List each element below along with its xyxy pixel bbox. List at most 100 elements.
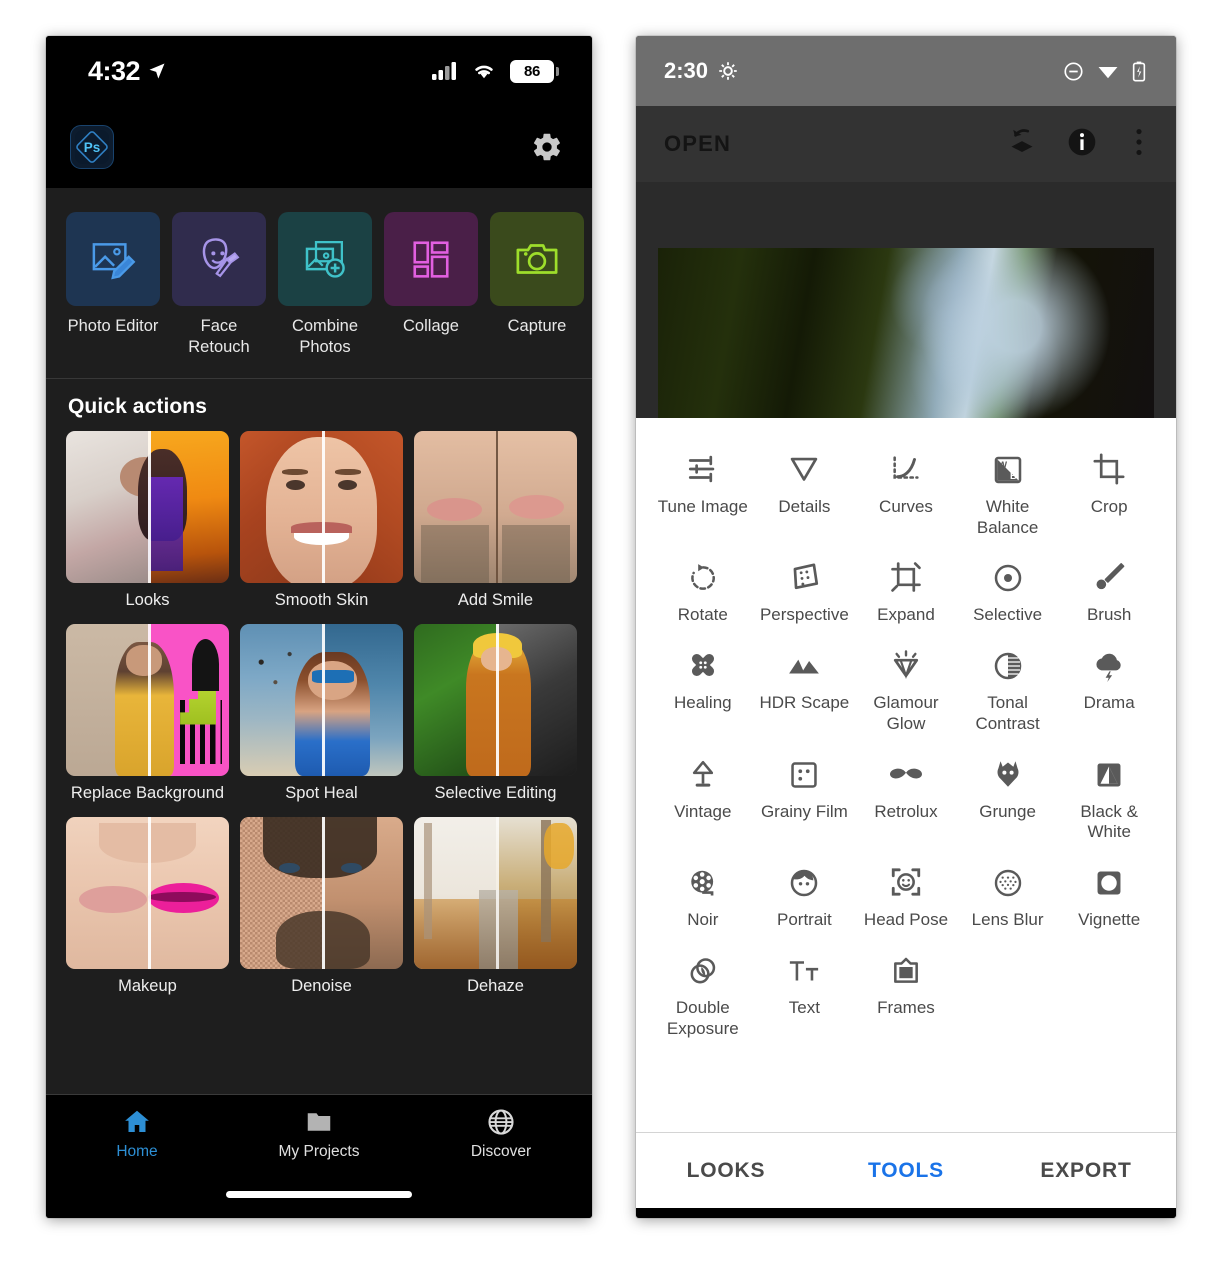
- quick-action-looks[interactable]: Looks: [66, 431, 229, 610]
- nav-label: Home: [116, 1143, 158, 1160]
- status-time-group: 2:30: [664, 58, 738, 84]
- tab-tools[interactable]: TOOLS: [816, 1159, 996, 1183]
- home-icon: [125, 1110, 149, 1132]
- tool-retrolux[interactable]: Retrolux: [855, 749, 957, 843]
- tool-brush[interactable]: Brush: [1058, 552, 1160, 626]
- sliders-icon: [688, 455, 715, 483]
- dehaze-thumbnail: [414, 817, 577, 970]
- tile-label: Collage: [403, 317, 459, 335]
- tool-frames[interactable]: Frames: [855, 945, 957, 1039]
- tool-label: Crop: [1090, 497, 1128, 516]
- tool-perspective[interactable]: Perspective: [754, 552, 856, 626]
- tile-face-retouch[interactable]: Face Retouch: [172, 212, 266, 358]
- photo-edit-icon: [92, 243, 136, 280]
- tool-curves[interactable]: Curves: [855, 444, 957, 538]
- undo-layers-icon: [1011, 128, 1033, 152]
- quick-action-add-smile[interactable]: Add Smile: [414, 431, 577, 610]
- tool-details[interactable]: Details: [754, 444, 856, 538]
- tool-lens-blur[interactable]: Lens Blur: [957, 857, 1059, 931]
- quick-action-smooth-skin[interactable]: Smooth Skin: [240, 431, 403, 610]
- quick-action-label: Looks: [125, 591, 170, 610]
- tool-expand[interactable]: Expand: [855, 552, 957, 626]
- tile-capture[interactable]: Capture: [490, 212, 584, 358]
- denoise-thumbnail: [240, 817, 403, 970]
- tool-label: Details: [778, 497, 831, 516]
- tab-export[interactable]: EXPORT: [996, 1159, 1176, 1183]
- camera-icon: [516, 244, 558, 274]
- open-button[interactable]: OPEN: [664, 131, 731, 157]
- tool-label: Lens Blur: [971, 910, 1044, 930]
- home-indicator[interactable]: [226, 1191, 412, 1198]
- quick-action-dehaze[interactable]: Dehaze: [414, 817, 577, 996]
- nav-item-home[interactable]: Home: [46, 1107, 228, 1161]
- tool-head-pose[interactable]: Head Pose: [855, 857, 957, 931]
- expand-icon: [891, 562, 921, 593]
- tool-white-balance[interactable]: W B White Balance: [957, 444, 1059, 538]
- tool-glamour-glow[interactable]: Glamour Glow: [855, 640, 957, 734]
- tool-noir[interactable]: Noir: [652, 857, 754, 931]
- undo-layers-button[interactable]: [1006, 126, 1038, 163]
- tool-label: Expand: [877, 605, 935, 625]
- tool-label: Tune Image: [657, 497, 748, 516]
- cellular-signal-icon: [432, 61, 456, 80]
- tool-double-exposure[interactable]: Double Exposure: [652, 945, 754, 1039]
- tool-label: Black & White: [1080, 801, 1138, 842]
- tool-black-white[interactable]: Black & White: [1058, 749, 1160, 843]
- tool-label: Double Exposure: [666, 997, 739, 1038]
- tool-hdr-scape[interactable]: HDR Scape: [754, 640, 856, 734]
- tool-tune-image[interactable]: Tune Image: [652, 444, 754, 538]
- tile-combine-photos[interactable]: Combine Photos: [278, 212, 372, 358]
- tool-grunge[interactable]: Grunge: [957, 749, 1059, 843]
- tool-label: Noir: [687, 910, 719, 930]
- tool-vignette[interactable]: Vignette: [1058, 857, 1160, 931]
- smooth-skin-thumbnail: [240, 431, 403, 584]
- battery-indicator: 86: [510, 59, 559, 83]
- tool-tonal-contrast[interactable]: Tonal Contrast: [957, 640, 1059, 734]
- tool-label: Vignette: [1078, 910, 1141, 930]
- film-grain-icon: [791, 761, 818, 788]
- tool-portrait[interactable]: Portrait: [754, 857, 856, 931]
- healing-bandage-icon: [691, 654, 714, 677]
- overflow-menu-icon: [1136, 128, 1142, 155]
- tile-collage[interactable]: Collage: [384, 212, 478, 358]
- overflow-menu-button[interactable]: [1126, 126, 1152, 163]
- quick-action-label: Smooth Skin: [274, 591, 369, 610]
- tools-row: Vintage Grainy Film Retrolux Grunge Blac…: [652, 749, 1160, 843]
- quick-action-label: Add Smile: [457, 591, 534, 610]
- editor-tab-bar: LOOKS TOOLS EXPORT: [636, 1132, 1176, 1208]
- tool-label: Frames: [877, 997, 935, 1017]
- tile-face-retouch-thumb: [172, 212, 266, 306]
- tool-vintage[interactable]: Vintage: [652, 749, 754, 843]
- quick-action-makeup[interactable]: Makeup: [66, 817, 229, 996]
- looks-thumbnail: [66, 431, 229, 584]
- status-time: 4:32: [88, 55, 141, 86]
- tile-photo-editor[interactable]: Photo Editor: [66, 212, 160, 358]
- quick-action-denoise[interactable]: Denoise: [240, 817, 403, 996]
- tool-crop[interactable]: Crop: [1058, 444, 1160, 538]
- replace-background-thumbnail: [66, 624, 229, 777]
- tool-label: Healing: [673, 693, 732, 713]
- tile-photo-editor-thumb: [66, 212, 160, 306]
- tool-label: Drama: [1083, 693, 1135, 713]
- tool-drama[interactable]: Drama: [1058, 640, 1160, 734]
- quick-actions-row: Looks Smooth Skin Add Smile: [66, 431, 577, 610]
- tool-healing[interactable]: Healing: [652, 640, 754, 734]
- tool-rotate[interactable]: Rotate: [652, 552, 754, 626]
- nav-item-discover[interactable]: Discover: [410, 1107, 592, 1161]
- tile-label: Combine Photos: [291, 317, 359, 357]
- quick-action-spot-heal[interactable]: Spot Heal: [240, 624, 403, 803]
- nav-item-my-projects[interactable]: My Projects: [228, 1107, 410, 1161]
- info-button[interactable]: [1066, 126, 1098, 163]
- battery-charging-icon: [1132, 61, 1146, 81]
- settings-button[interactable]: [530, 130, 564, 164]
- photo-preview-area[interactable]: [636, 182, 1176, 418]
- grunge-skull-icon: [997, 760, 1019, 787]
- quick-action-replace-background[interactable]: Replace Background: [66, 624, 229, 803]
- tool-text[interactable]: Text: [754, 945, 856, 1039]
- tab-looks[interactable]: LOOKS: [636, 1159, 816, 1183]
- quick-action-selective-editing[interactable]: Selective Editing: [414, 624, 577, 803]
- tool-selective[interactable]: Selective: [957, 552, 1059, 626]
- tool-grainy-film[interactable]: Grainy Film: [754, 749, 856, 843]
- photoshop-express-logo[interactable]: Ps: [70, 125, 114, 169]
- rotate-icon: [690, 564, 715, 591]
